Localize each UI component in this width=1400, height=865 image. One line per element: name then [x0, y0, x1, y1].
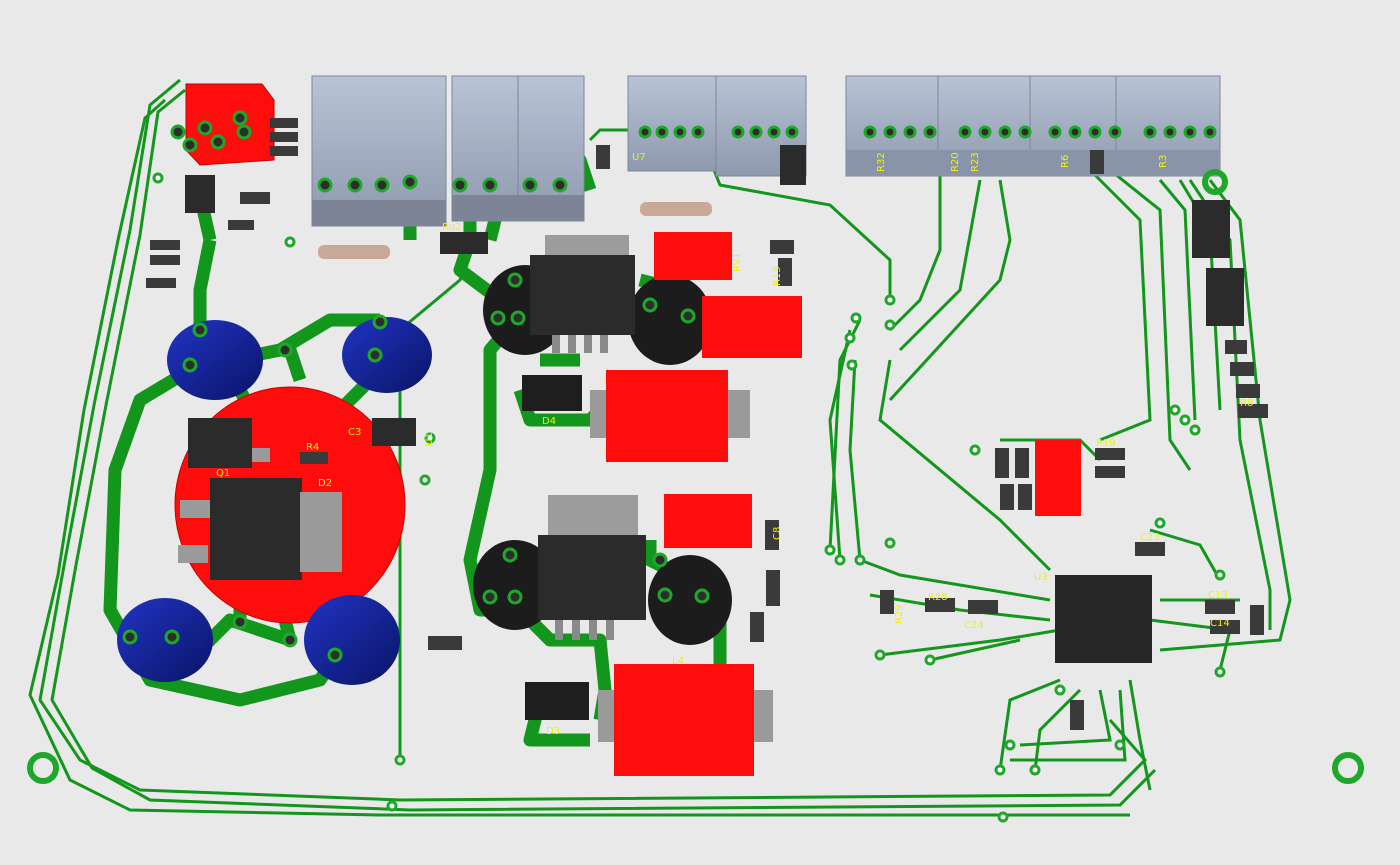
red-part-2	[702, 296, 802, 358]
label-c14: C14	[1210, 618, 1230, 629]
label-d2: D2	[318, 478, 332, 489]
diode-d3	[525, 682, 589, 720]
ic-small-top	[780, 145, 806, 185]
ic-right-2	[1206, 268, 1244, 326]
label-c24: C24	[964, 620, 984, 631]
inductor-l4	[614, 664, 754, 776]
label-r6: R6	[1060, 155, 1071, 168]
label-c8: C8	[772, 527, 783, 540]
capacitor-blue-1	[167, 320, 263, 400]
label-r28: R28	[928, 592, 948, 603]
label-l4: L4	[672, 656, 684, 667]
label-rv1: RV1	[732, 252, 743, 272]
label-c13: C13	[1208, 590, 1228, 601]
fuse-ru2	[440, 232, 488, 254]
inductor-l-upper	[606, 370, 728, 462]
label-r23: R23	[970, 152, 981, 172]
red-part-3	[664, 494, 752, 548]
label-ru2: Ru2	[442, 222, 461, 233]
microcontroller-u3	[1055, 575, 1152, 663]
red-part-4	[1035, 440, 1081, 516]
label-u1: U1	[424, 432, 435, 446]
ic-u1	[372, 418, 416, 446]
capacitor-black-2	[628, 275, 712, 365]
label-r3: R3	[1158, 155, 1169, 168]
label-u7: U7	[632, 152, 646, 163]
label-d4: D4	[542, 416, 556, 427]
pcb-3d-view: Q1 D2 R4 C3 U1 Ru2 RV1 R13 U7 R32 R20 R2…	[0, 0, 1400, 865]
capacitor-blue-4	[304, 595, 400, 685]
regulator-1-body	[530, 255, 635, 335]
label-r8: R8	[1240, 398, 1253, 409]
diode-d2	[210, 478, 302, 580]
label-u3: U3	[1034, 572, 1048, 583]
label-d3: D3	[546, 726, 560, 737]
ic-right-1	[1192, 200, 1230, 258]
label-c3: C3	[348, 427, 361, 438]
red-part-1	[654, 232, 732, 280]
regulator-2-body	[538, 535, 646, 620]
label-q1: Q1	[216, 468, 230, 479]
transistor-q1	[188, 418, 252, 468]
label-r32: R32	[876, 152, 887, 172]
capacitor-blue-2	[342, 317, 432, 393]
diode-smd-1	[522, 375, 582, 411]
label-r19: R19	[1096, 438, 1116, 449]
label-r20: R20	[950, 152, 961, 172]
label-r29: R29	[894, 604, 905, 624]
label-r4: R4	[306, 442, 319, 453]
label-r13: R13	[772, 266, 783, 286]
label-c23: C23	[1140, 532, 1160, 543]
fuse-block	[185, 175, 215, 213]
